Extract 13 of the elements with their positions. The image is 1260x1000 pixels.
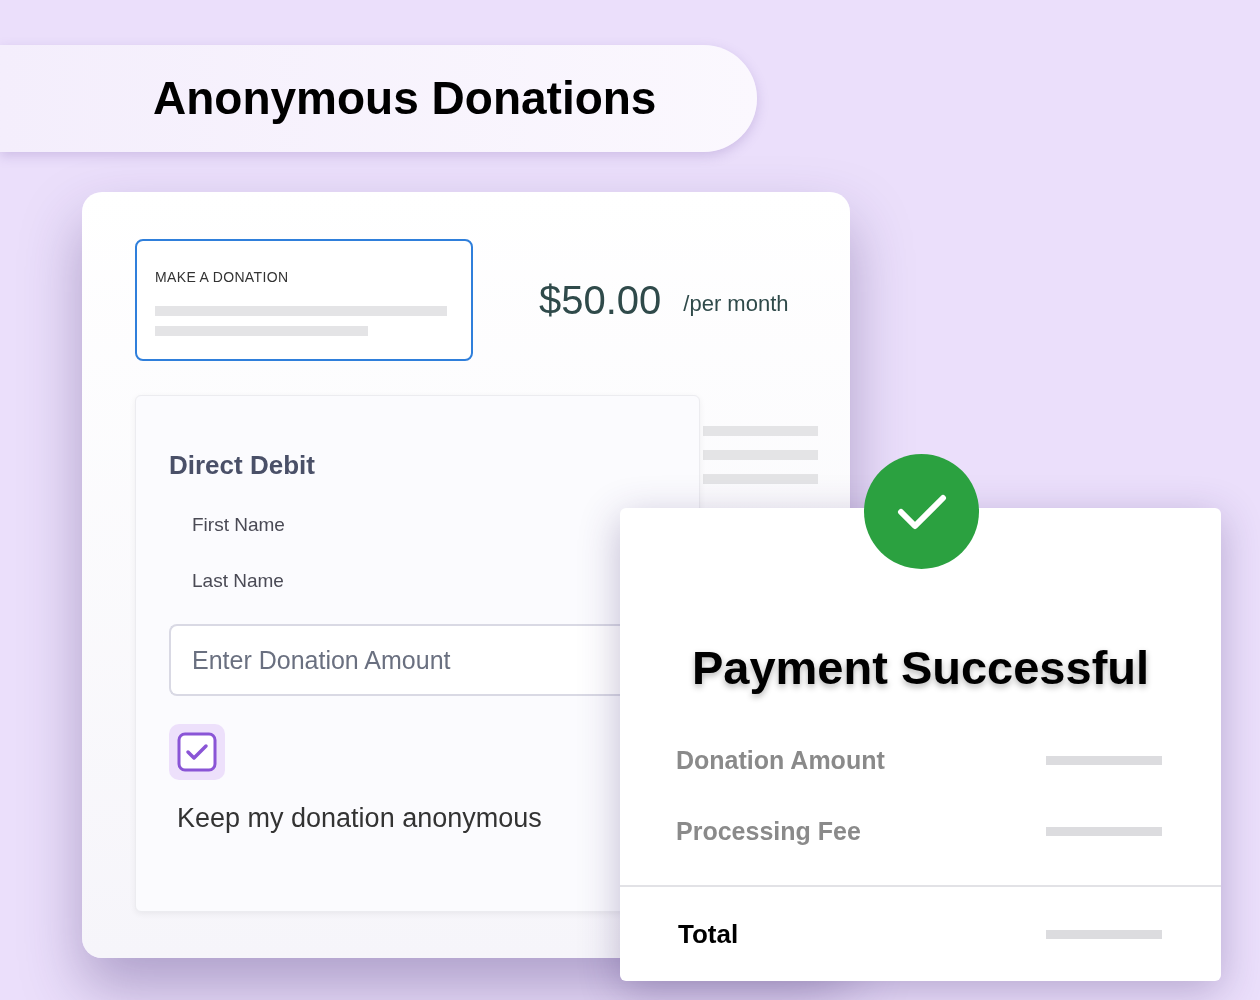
receipt-title: Payment Successful — [690, 640, 1151, 696]
checkbox[interactable] — [169, 724, 225, 780]
field-label: Last Name — [192, 568, 285, 593]
receipt-row-label: Processing Fee — [676, 816, 861, 847]
amount-input[interactable]: Enter Donation Amount — [169, 624, 621, 696]
total-label: Total — [678, 917, 739, 951]
amount-text: $50.00 — [539, 277, 662, 324]
section-title: Direct Debit — [169, 449, 316, 482]
field-label: First Name — [192, 513, 286, 537]
box-label: MAKE A DONATION — [155, 268, 290, 287]
page-title: Anonymous Donations — [153, 71, 657, 126]
period-text: /per month — [683, 289, 789, 318]
receipt-row-label: Donation Amount — [676, 744, 885, 776]
